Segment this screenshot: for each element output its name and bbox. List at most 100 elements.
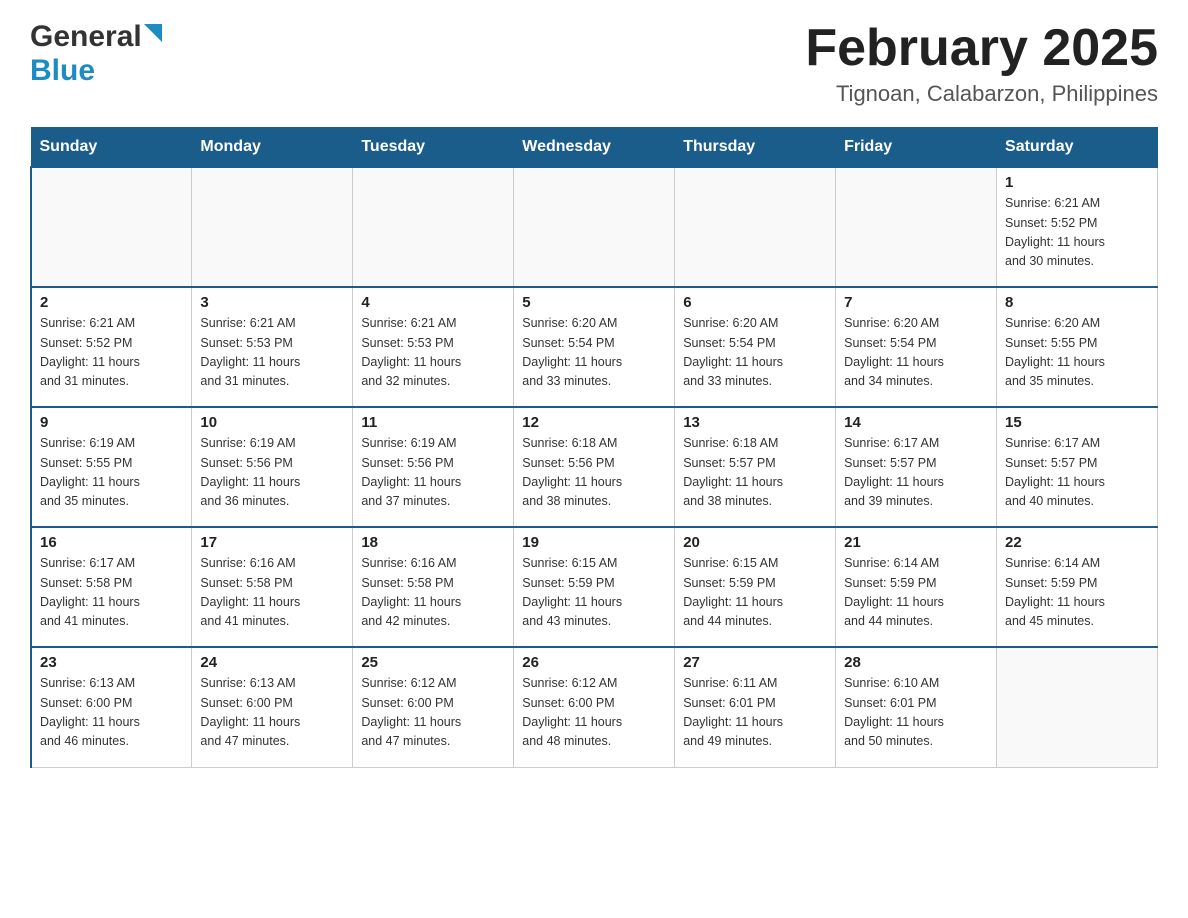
calendar-table: SundayMondayTuesdayWednesdayThursdayFrid…: [30, 127, 1158, 768]
weekday-header-saturday: Saturday: [997, 128, 1158, 168]
day-number: 13: [683, 414, 827, 431]
weekday-header-sunday: Sunday: [31, 128, 192, 168]
calendar-cell: 20Sunrise: 6:15 AM Sunset: 5:59 PM Dayli…: [675, 527, 836, 647]
day-info: Sunrise: 6:20 AM Sunset: 5:55 PM Dayligh…: [1005, 314, 1149, 392]
calendar-week-4: 23 Sunrise: 6:13 AM Sunset: 6:00 PM Dayli…: [31, 647, 1158, 767]
calendar-cell: 3Sunrise: 6:21 AM Sunset: 5:53 PM Daylig…: [192, 287, 353, 407]
day-number: 2: [40, 294, 183, 311]
day-number: 10: [200, 414, 344, 431]
calendar-cell: 15 Sunrise: 6:17 AM Sunset: 5:57 PM Dayli…: [997, 407, 1158, 527]
calendar-cell: 13 Sunrise: 6:18 AM Sunset: 5:57 PM Dayli…: [675, 407, 836, 527]
day-number: 21: [844, 534, 988, 551]
calendar-cell: [192, 167, 353, 287]
day-info: Sunrise: 6:19 AM Sunset: 5:56 PM Dayligh…: [361, 434, 505, 512]
calendar-cell: 25 Sunrise: 6:12 AM Sunset: 6:00 PM Dayli…: [353, 647, 514, 767]
day-info: Sunrise: 6:10 AM Sunset: 6:01 PM Dayligh…: [844, 674, 988, 752]
weekday-header-monday: Monday: [192, 128, 353, 168]
logo: General Blue: [30, 20, 162, 88]
day-number: 7: [844, 294, 988, 311]
calendar-cell: [514, 167, 675, 287]
day-info: Sunrise: 6:17 AM Sunset: 5:57 PM Dayligh…: [844, 434, 988, 512]
day-info: Sunrise: 6:18 AM Sunset: 5:57 PM Dayligh…: [683, 434, 827, 512]
day-info: Sunrise: 6:20 AM Sunset: 5:54 PM Dayligh…: [844, 314, 988, 392]
day-number: 23: [40, 654, 183, 671]
day-info: Sunrise: 6:20 AM Sunset: 5:54 PM Dayligh…: [522, 314, 666, 392]
day-number: 5: [522, 294, 666, 311]
calendar-cell: 16Sunrise: 6:17 AM Sunset: 5:58 PM Dayli…: [31, 527, 192, 647]
calendar-cell: [353, 167, 514, 287]
calendar-cell: 6 Sunrise: 6:20 AM Sunset: 5:54 PM Daylig…: [675, 287, 836, 407]
day-info: Sunrise: 6:21 AM Sunset: 5:52 PM Dayligh…: [1005, 194, 1149, 272]
day-number: 19: [522, 534, 666, 551]
calendar-cell: 10 Sunrise: 6:19 AM Sunset: 5:56 PM Dayli…: [192, 407, 353, 527]
logo-general-text: General: [30, 20, 142, 54]
calendar-cell: 21 Sunrise: 6:14 AM Sunset: 5:59 PM Dayli…: [836, 527, 997, 647]
logo-triangle-icon: [144, 24, 162, 42]
calendar-cell: [675, 167, 836, 287]
calendar-week-2: 9 Sunrise: 6:19 AM Sunset: 5:55 PM Daylig…: [31, 407, 1158, 527]
day-info: Sunrise: 6:21 AM Sunset: 5:52 PM Dayligh…: [40, 314, 183, 392]
day-info: Sunrise: 6:12 AM Sunset: 6:00 PM Dayligh…: [522, 674, 666, 752]
day-info: Sunrise: 6:18 AM Sunset: 5:56 PM Dayligh…: [522, 434, 666, 512]
calendar-cell: 24 Sunrise: 6:13 AM Sunset: 6:00 PM Dayli…: [192, 647, 353, 767]
day-info: Sunrise: 6:14 AM Sunset: 5:59 PM Dayligh…: [844, 554, 988, 632]
day-number: 26: [522, 654, 666, 671]
day-number: 18: [361, 534, 505, 551]
day-info: Sunrise: 6:11 AM Sunset: 6:01 PM Dayligh…: [683, 674, 827, 752]
day-info: Sunrise: 6:19 AM Sunset: 5:55 PM Dayligh…: [40, 434, 183, 512]
title-section: February 2025 Tignoan, Calabarzon, Phili…: [805, 20, 1158, 107]
calendar-body: 1 Sunrise: 6:21 AM Sunset: 5:52 PM Daylig…: [31, 167, 1158, 767]
calendar-cell: 18 Sunrise: 6:16 AM Sunset: 5:58 PM Dayli…: [353, 527, 514, 647]
day-info: Sunrise: 6:12 AM Sunset: 6:00 PM Dayligh…: [361, 674, 505, 752]
calendar-week-0: 1 Sunrise: 6:21 AM Sunset: 5:52 PM Daylig…: [31, 167, 1158, 287]
day-number: 9: [40, 414, 183, 431]
calendar-cell: 28 Sunrise: 6:10 AM Sunset: 6:01 PM Dayli…: [836, 647, 997, 767]
calendar-cell: 12 Sunrise: 6:18 AM Sunset: 5:56 PM Dayli…: [514, 407, 675, 527]
calendar-cell: 8Sunrise: 6:20 AM Sunset: 5:55 PM Daylig…: [997, 287, 1158, 407]
day-info: Sunrise: 6:14 AM Sunset: 5:59 PM Dayligh…: [1005, 554, 1149, 632]
calendar-cell: 5 Sunrise: 6:20 AM Sunset: 5:54 PM Daylig…: [514, 287, 675, 407]
day-info: Sunrise: 6:15 AM Sunset: 5:59 PM Dayligh…: [683, 554, 827, 632]
calendar-week-1: 2 Sunrise: 6:21 AM Sunset: 5:52 PM Daylig…: [31, 287, 1158, 407]
day-number: 3: [200, 294, 344, 311]
day-number: 1: [1005, 174, 1149, 191]
day-number: 15: [1005, 414, 1149, 431]
weekday-header-friday: Friday: [836, 128, 997, 168]
day-number: 25: [361, 654, 505, 671]
day-number: 4: [361, 294, 505, 311]
calendar-cell: 4Sunrise: 6:21 AM Sunset: 5:53 PM Daylig…: [353, 287, 514, 407]
calendar-week-3: 16Sunrise: 6:17 AM Sunset: 5:58 PM Dayli…: [31, 527, 1158, 647]
day-number: 24: [200, 654, 344, 671]
day-info: Sunrise: 6:19 AM Sunset: 5:56 PM Dayligh…: [200, 434, 344, 512]
day-info: Sunrise: 6:16 AM Sunset: 5:58 PM Dayligh…: [200, 554, 344, 632]
calendar-cell: 23 Sunrise: 6:13 AM Sunset: 6:00 PM Dayli…: [31, 647, 192, 767]
logo-blue-text: Blue: [30, 54, 95, 87]
day-number: 27: [683, 654, 827, 671]
weekday-header-thursday: Thursday: [675, 128, 836, 168]
calendar-header: SundayMondayTuesdayWednesdayThursdayFrid…: [31, 128, 1158, 168]
day-number: 12: [522, 414, 666, 431]
day-number: 22: [1005, 534, 1149, 551]
calendar-cell: 26 Sunrise: 6:12 AM Sunset: 6:00 PM Dayli…: [514, 647, 675, 767]
day-info: Sunrise: 6:16 AM Sunset: 5:58 PM Dayligh…: [361, 554, 505, 632]
calendar-cell: 7 Sunrise: 6:20 AM Sunset: 5:54 PM Daylig…: [836, 287, 997, 407]
day-number: 28: [844, 654, 988, 671]
calendar-cell: [836, 167, 997, 287]
day-info: Sunrise: 6:13 AM Sunset: 6:00 PM Dayligh…: [40, 674, 183, 752]
day-number: 17: [200, 534, 344, 551]
month-title: February 2025: [805, 20, 1158, 77]
day-number: 6: [683, 294, 827, 311]
weekday-header-tuesday: Tuesday: [353, 128, 514, 168]
day-info: Sunrise: 6:13 AM Sunset: 6:00 PM Dayligh…: [200, 674, 344, 752]
day-number: 11: [361, 414, 505, 431]
day-info: Sunrise: 6:20 AM Sunset: 5:54 PM Dayligh…: [683, 314, 827, 392]
day-info: Sunrise: 6:17 AM Sunset: 5:57 PM Dayligh…: [1005, 434, 1149, 512]
calendar-cell: 11 Sunrise: 6:19 AM Sunset: 5:56 PM Dayli…: [353, 407, 514, 527]
calendar-cell: 17 Sunrise: 6:16 AM Sunset: 5:58 PM Dayli…: [192, 527, 353, 647]
calendar-cell: 27 Sunrise: 6:11 AM Sunset: 6:01 PM Dayli…: [675, 647, 836, 767]
weekday-header-wednesday: Wednesday: [514, 128, 675, 168]
calendar-cell: 14Sunrise: 6:17 AM Sunset: 5:57 PM Dayli…: [836, 407, 997, 527]
calendar-cell: 1 Sunrise: 6:21 AM Sunset: 5:52 PM Daylig…: [997, 167, 1158, 287]
day-number: 16: [40, 534, 183, 551]
calendar-cell: 2 Sunrise: 6:21 AM Sunset: 5:52 PM Daylig…: [31, 287, 192, 407]
